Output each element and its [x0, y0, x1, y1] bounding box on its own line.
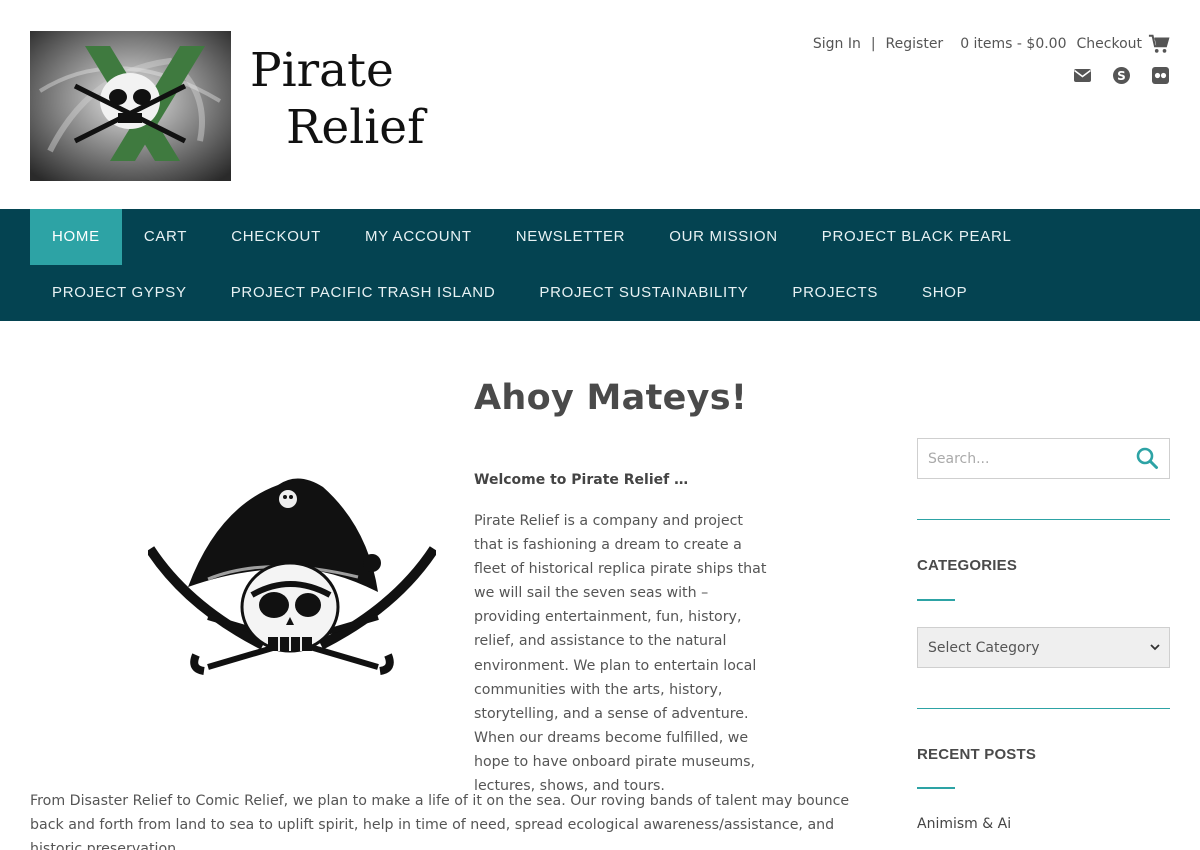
sidebar-divider: [917, 519, 1170, 520]
sign-in-link[interactable]: Sign In: [813, 36, 861, 52]
envelope-icon[interactable]: [1073, 66, 1092, 85]
search-icon[interactable]: [1135, 446, 1159, 470]
nav-item-checkout[interactable]: Checkout: [209, 209, 343, 265]
nav-row-2: Project Gypsy Project Pacific Trash Isla…: [30, 265, 989, 321]
svg-text:S: S: [1117, 69, 1126, 83]
shopping-cart-icon[interactable]: [1148, 33, 1170, 55]
nav-row-1: Home Cart Checkout My Account Newsletter…: [30, 209, 1034, 265]
social-icons: S: [1073, 66, 1170, 85]
nav-item-projects[interactable]: Projects: [770, 265, 900, 321]
link-separator: |: [870, 36, 876, 52]
site-title-line2: Relief: [286, 100, 425, 155]
search-form: [917, 438, 1170, 479]
nav-item-shop[interactable]: Shop: [900, 265, 989, 321]
site-title[interactable]: Pirate Relief: [250, 42, 424, 156]
search-input[interactable]: [918, 439, 1123, 478]
nav-item-my-account[interactable]: My Account: [343, 209, 494, 265]
register-link[interactable]: Register: [886, 36, 944, 52]
title-underline: [917, 599, 955, 601]
nav-item-our-mission[interactable]: Our Mission: [647, 209, 800, 265]
storm-skull-logo-icon: [30, 31, 231, 181]
nav-item-cart[interactable]: Cart: [122, 209, 209, 265]
recent-posts-title: Recent Posts: [917, 746, 1037, 763]
category-select-value: Select Category: [928, 639, 1040, 656]
intro-paragraph: Pirate Relief is a company and project t…: [474, 513, 767, 795]
account-links: Sign In | Register 0 items - $0.00 Check…: [813, 32, 1170, 56]
nav-item-project-pacific-trash-island[interactable]: Project Pacific Trash Island: [209, 265, 518, 321]
checkout-link[interactable]: Checkout: [1077, 36, 1143, 52]
chevron-down-icon: [1150, 644, 1160, 651]
page-title: Ahoy Mateys!: [474, 378, 748, 418]
flickr-icon[interactable]: [1151, 66, 1170, 85]
pirate-skull-crossed-swords-icon: [145, 478, 439, 675]
main-navigation: Home Cart Checkout My Account Newsletter…: [0, 209, 1200, 321]
cart-summary-link[interactable]: 0 items - $0.00: [960, 36, 1066, 52]
nav-item-project-gypsy[interactable]: Project Gypsy: [30, 265, 209, 321]
mission-paragraph: From Disaster Relief to Comic Relief, we…: [30, 793, 850, 850]
categories-title: Categories: [917, 557, 1018, 574]
pirate-skull-image: [145, 467, 439, 689]
nav-item-project-sustainability[interactable]: Project Sustainability: [517, 265, 770, 321]
nav-item-project-black-pearl[interactable]: Project Black Pearl: [800, 209, 1034, 265]
title-underline: [917, 787, 955, 789]
site-title-line1: Pirate: [250, 43, 394, 98]
skype-icon[interactable]: S: [1112, 66, 1131, 85]
nav-item-newsletter[interactable]: Newsletter: [494, 209, 648, 265]
category-select[interactable]: Select Category: [917, 627, 1170, 668]
nav-item-home[interactable]: Home: [30, 209, 122, 265]
sidebar-divider: [917, 708, 1170, 709]
site-header: Pirate Relief Sign In | Register 0 items…: [0, 0, 1200, 209]
welcome-heading: Welcome to Pirate Relief …: [474, 472, 689, 488]
site-logo-image[interactable]: [30, 31, 231, 181]
recent-post-link[interactable]: Animism & Ai: [917, 816, 1011, 832]
